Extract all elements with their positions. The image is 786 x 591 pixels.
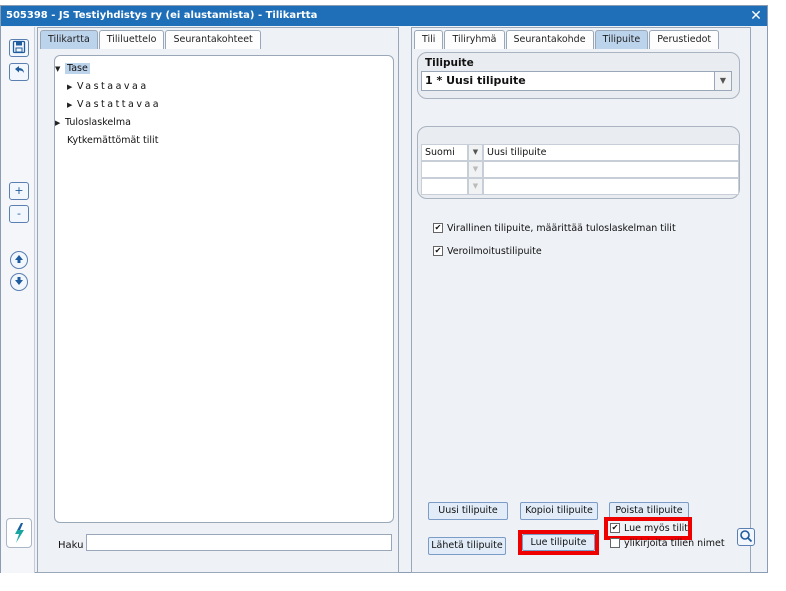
arrow-down-icon[interactable] (10, 273, 28, 291)
name-cell[interactable]: Uusi tilipuite (483, 144, 739, 161)
table-row: ▼ (421, 161, 739, 178)
side-toolbar: + - (1, 27, 35, 573)
official-checkbox-label: Virallinen tilipuite, määrittää tuloslas… (447, 223, 676, 234)
language-cell[interactable] (421, 178, 468, 195)
expand-button[interactable]: + (9, 182, 29, 200)
expanded-triangle-icon[interactable]: ▼ (55, 63, 65, 76)
account-tree: ▼ Tase ▶ Vastaavaa ▶ Vastattavaa ▶ Tuloslask… (54, 55, 394, 523)
tab-seurantakohde[interactable]: Seurantakohde (505, 30, 594, 49)
tax-checkbox-label: Veroilmoitustilipuite (447, 246, 542, 257)
new-tilipuite-button[interactable]: Uusi tilipuite (428, 502, 508, 520)
chevron-down-icon[interactable]: ▼ (468, 161, 483, 178)
app-window: 505398 - JS Testiyhdistys ry (ei alustam… (0, 5, 768, 573)
account-details-panel: Tili Tiliryhmä Seurantakohde Tilipuite Perus… (411, 27, 751, 573)
title-bar: 505398 - JS Testiyhdistys ry (ei alustam… (1, 6, 767, 26)
close-icon[interactable]: ✕ (749, 6, 763, 26)
tab-tili[interactable]: Tili (414, 30, 444, 49)
window-title: 505398 - JS Testiyhdistys ry (ei alustam… (6, 10, 318, 21)
official-checkbox[interactable]: ✔ (433, 223, 443, 233)
table-row: Suomi ▼ Uusi tilipuite (421, 144, 739, 161)
chart-of-accounts-panel: Tilikartta Tililuettelo Seurantakohteet ▼ T… (37, 27, 399, 573)
tab-tilikartta[interactable]: Tilikartta (40, 30, 98, 49)
tilipuite-group: Tilipuite 1 * Uusi tilipuite ▼ (417, 52, 740, 99)
table-row: ▼ (421, 178, 739, 195)
tab-seurantakohteet[interactable]: Seurantakohteet (165, 30, 261, 49)
chevron-down-icon[interactable]: ▼ (714, 72, 731, 90)
overwrite-checkbox-row[interactable]: ylikirjoita tilien nimet (610, 538, 725, 549)
tree-node-label: Tuloslaskelma (65, 117, 131, 128)
read-tilipuite-button[interactable]: Lue tilipuite (522, 534, 595, 551)
tree-node-label: Tase (65, 63, 90, 74)
overwrite-label: ylikirjoita tilien nimet (624, 538, 725, 549)
collapse-button[interactable]: - (9, 205, 29, 223)
tab-perustiedot[interactable]: Perustiedot (649, 30, 720, 49)
language-cell[interactable]: Suomi (421, 144, 468, 161)
tax-checkbox-row[interactable]: ✔ Veroilmoitustilipuite (433, 246, 542, 257)
name-cell[interactable] (483, 161, 739, 178)
tree-node-tase[interactable]: ▼ Tase (55, 62, 90, 75)
arrow-up-icon[interactable] (10, 251, 28, 269)
collapsed-triangle-icon[interactable]: ▶ (55, 117, 65, 130)
search-icon[interactable] (737, 528, 755, 546)
tree-node-tuloslaskelma[interactable]: ▶ Tuloslaskelma (55, 116, 131, 129)
tax-checkbox[interactable]: ✔ (433, 246, 443, 256)
copy-tilipuite-button[interactable]: Kopioi tilipuite (520, 502, 598, 520)
read-accounts-label: Lue myös tilit (624, 523, 689, 534)
tilipuite-select-value: 1 * Uusi tilipuite (425, 74, 526, 87)
read-accounts-checkbox[interactable]: ✔ (610, 523, 620, 533)
search-label: Haku (58, 540, 84, 551)
app-logo-icon[interactable] (6, 518, 32, 548)
send-tilipuite-button[interactable]: Lähetä tilipuite (428, 537, 506, 555)
collapsed-triangle-icon[interactable]: ▶ (67, 81, 77, 94)
chevron-down-icon[interactable]: ▼ (468, 144, 483, 161)
tree-node-label: Kytkemättömät tilit (67, 135, 159, 146)
undo-icon[interactable] (9, 63, 29, 81)
tab-tiliryhma[interactable]: Tiliryhmä (444, 30, 505, 49)
read-accounts-checkbox-row[interactable]: ✔ Lue myös tilit (610, 523, 688, 534)
tilipuite-label: Tilipuite (425, 57, 474, 69)
save-icon[interactable] (9, 39, 29, 57)
tree-node-vastaavaa[interactable]: ▶ Vastaavaa (67, 80, 149, 93)
tree-node-label: Vastattavaa (77, 99, 162, 110)
language-cell[interactable] (421, 161, 468, 178)
chevron-down-icon[interactable]: ▼ (468, 178, 483, 195)
tab-tilipuite[interactable]: Tilipuite (594, 30, 649, 49)
collapsed-triangle-icon[interactable]: ▶ (67, 99, 77, 112)
tab-tililuettelo[interactable]: Tililuettelo (98, 30, 165, 49)
names-table: Suomi ▼ Uusi tilipuite ▼ ▼ (421, 144, 739, 195)
official-checkbox-row[interactable]: ✔ Virallinen tilipuite, määrittää tulosla… (433, 223, 676, 234)
name-cell[interactable] (483, 178, 739, 195)
left-tabs: Tilikartta Tililuettelo Seurantakohteet (40, 30, 262, 49)
names-group: Suomi ▼ Uusi tilipuite ▼ ▼ (417, 126, 740, 199)
tree-node-label: Vastaavaa (77, 81, 149, 92)
right-tabs: Tili Tiliryhmä Seurantakohde Tilipuite Perus… (414, 30, 720, 49)
tree-node-kytkemattomat[interactable]: Kytkemättömät tilit (67, 134, 158, 147)
tree-node-vastattavaa[interactable]: ▶ Vastattavaa (67, 98, 161, 111)
overwrite-checkbox[interactable] (610, 538, 620, 548)
search-input[interactable] (86, 534, 392, 551)
tilipuite-select[interactable]: 1 * Uusi tilipuite ▼ (421, 71, 732, 91)
